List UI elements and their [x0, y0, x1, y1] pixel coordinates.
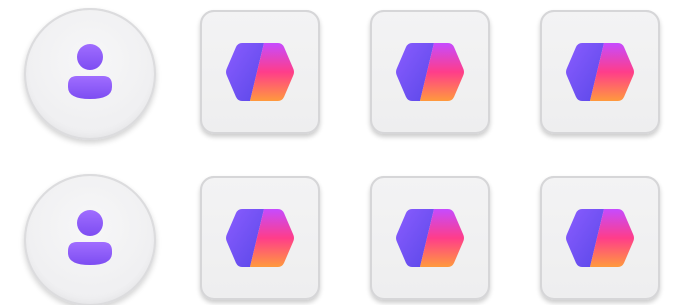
app-tile-button[interactable]: [370, 176, 490, 300]
user-avatar-icon: [68, 210, 112, 265]
hexagon-gradient-icon: [566, 43, 634, 101]
hexagon-gradient-icon: [566, 209, 634, 267]
app-tile-button[interactable]: [370, 10, 490, 134]
icon-row-1: [0, 6, 675, 141]
hexagon-gradient-icon: [396, 43, 464, 101]
user-avatar-icon: [68, 44, 112, 99]
app-tile-button[interactable]: [540, 10, 660, 134]
avatar-button[interactable]: [24, 8, 156, 140]
app-tile-button[interactable]: [200, 10, 320, 134]
hexagon-gradient-icon: [396, 209, 464, 267]
hexagon-gradient-icon: [226, 43, 294, 101]
app-tile-button[interactable]: [200, 176, 320, 300]
avatar-button[interactable]: [24, 174, 156, 305]
icon-grid: [0, 0, 675, 305]
app-tile-button[interactable]: [540, 176, 660, 300]
hexagon-gradient-icon: [226, 209, 294, 267]
icon-row-2: [0, 172, 675, 305]
